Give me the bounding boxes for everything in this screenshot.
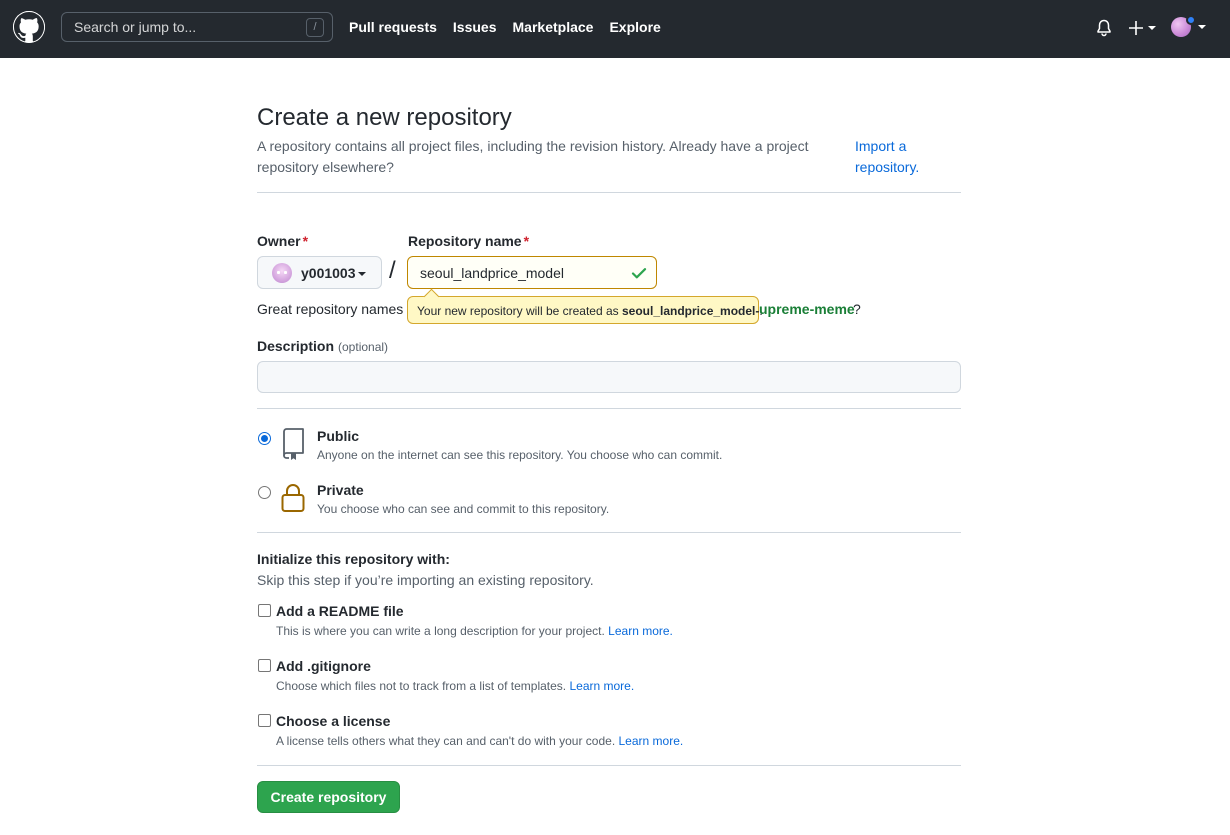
chevron-down-icon <box>358 272 366 276</box>
license-desc: A license tells others what they can and… <box>276 734 683 748</box>
repository-name-input[interactable]: seoul_landprice_model <box>407 256 657 289</box>
owner-label-text: Owner <box>257 233 301 249</box>
page-title: Create a new repository <box>257 104 512 131</box>
nav-marketplace[interactable]: Marketplace <box>513 19 594 35</box>
divider <box>257 192 961 193</box>
repo-name-label: Repository name * <box>408 233 529 249</box>
visibility-private-desc: You choose who can see and commit to thi… <box>317 502 610 516</box>
init-subtitle: Skip this step if you’re importing an ex… <box>257 572 594 588</box>
owner-select[interactable]: y001003 <box>257 256 382 289</box>
divider <box>257 765 961 766</box>
page-description: A repository contains all project files,… <box>257 138 809 175</box>
readme-learn-more-link[interactable]: Learn more. <box>608 624 673 638</box>
optional-hint: (optional) <box>338 340 389 354</box>
create-new-dropdown[interactable] <box>1128 17 1158 39</box>
tooltip-suffix: . <box>759 304 763 318</box>
gitignore-learn-more-link[interactable]: Learn more. <box>569 679 634 693</box>
tooltip-repo-name: seoul_landprice_model- <box>622 304 760 318</box>
readme-title: Add a README file <box>276 603 404 619</box>
owner-name: y001003 <box>301 265 356 281</box>
nav-explore[interactable]: Explore <box>609 19 660 35</box>
required-mark: * <box>523 233 530 249</box>
search-input[interactable]: Search or jump to... / <box>61 12 333 42</box>
tooltip-prefix: Your new repository will be created as <box>417 304 622 318</box>
owner-avatar <box>272 263 292 283</box>
repo-name-tooltip: Your new repository will be created as s… <box>407 296 763 324</box>
readme-checkbox[interactable] <box>258 604 271 617</box>
search-placeholder: Search or jump to... <box>74 19 197 35</box>
search-shortcut-key: / <box>306 18 324 37</box>
gitignore-desc-text: Choose which files not to track from a l… <box>276 679 567 693</box>
tooltip-text: Your new repository will be created as s… <box>417 304 763 318</box>
repository-name-value: seoul_landprice_model <box>420 265 564 281</box>
divider <box>257 532 961 533</box>
github-logo-icon[interactable] <box>13 11 45 43</box>
owner-repo-separator: / <box>389 257 396 284</box>
visibility-private-radio[interactable] <box>258 486 271 499</box>
readme-desc: This is where you can write a long descr… <box>276 624 673 638</box>
gitignore-title: Add .gitignore <box>276 658 371 674</box>
name-suggestion-text: Great repository names a <box>257 301 415 317</box>
visibility-public-desc: Anyone on the internet can see this repo… <box>317 448 723 462</box>
license-desc-text: A license tells others what they can and… <box>276 734 616 748</box>
license-checkbox[interactable] <box>258 714 271 727</box>
visibility-public-radio[interactable] <box>258 432 271 445</box>
chevron-down-icon <box>1198 25 1206 29</box>
name-suggestion-link[interactable]: upreme-meme <box>759 301 855 317</box>
license-learn-more-link[interactable]: Learn more. <box>619 734 684 748</box>
visibility-private-title: Private <box>317 482 364 498</box>
nav-issues[interactable]: Issues <box>453 19 497 35</box>
description-label-text: Description <box>257 338 335 354</box>
create-repository-button[interactable]: Create repository <box>257 781 400 813</box>
nav-pull-requests[interactable]: Pull requests <box>349 19 437 35</box>
import-repository-link[interactable]: Import a repository. <box>855 136 945 178</box>
owner-label: Owner * <box>257 233 308 249</box>
bell-icon[interactable] <box>1096 19 1112 37</box>
visibility-public-title: Public <box>317 428 360 444</box>
header-nav: Pull requests Issues Marketplace Explore <box>349 19 661 35</box>
description-label: Description (optional) <box>257 338 388 354</box>
gitignore-checkbox[interactable] <box>258 659 271 672</box>
readme-desc-text: This is where you can write a long descr… <box>276 624 605 638</box>
license-title: Choose a license <box>276 713 391 729</box>
repo-name-label-text: Repository name <box>408 233 522 249</box>
global-header: Search or jump to... / Pull requests Iss… <box>0 0 1230 58</box>
required-mark: * <box>302 233 309 249</box>
user-menu[interactable] <box>1171 15 1207 41</box>
divider <box>257 408 961 409</box>
lock-icon <box>281 484 305 512</box>
status-dot-icon <box>1186 15 1196 25</box>
gitignore-desc: Choose which files not to track from a l… <box>276 679 634 693</box>
description-input[interactable] <box>257 361 961 393</box>
name-suggestion-suffix: ? <box>853 301 861 317</box>
check-icon <box>631 268 647 279</box>
init-title: Initialize this repository with: <box>257 551 450 567</box>
repo-icon <box>283 428 304 460</box>
